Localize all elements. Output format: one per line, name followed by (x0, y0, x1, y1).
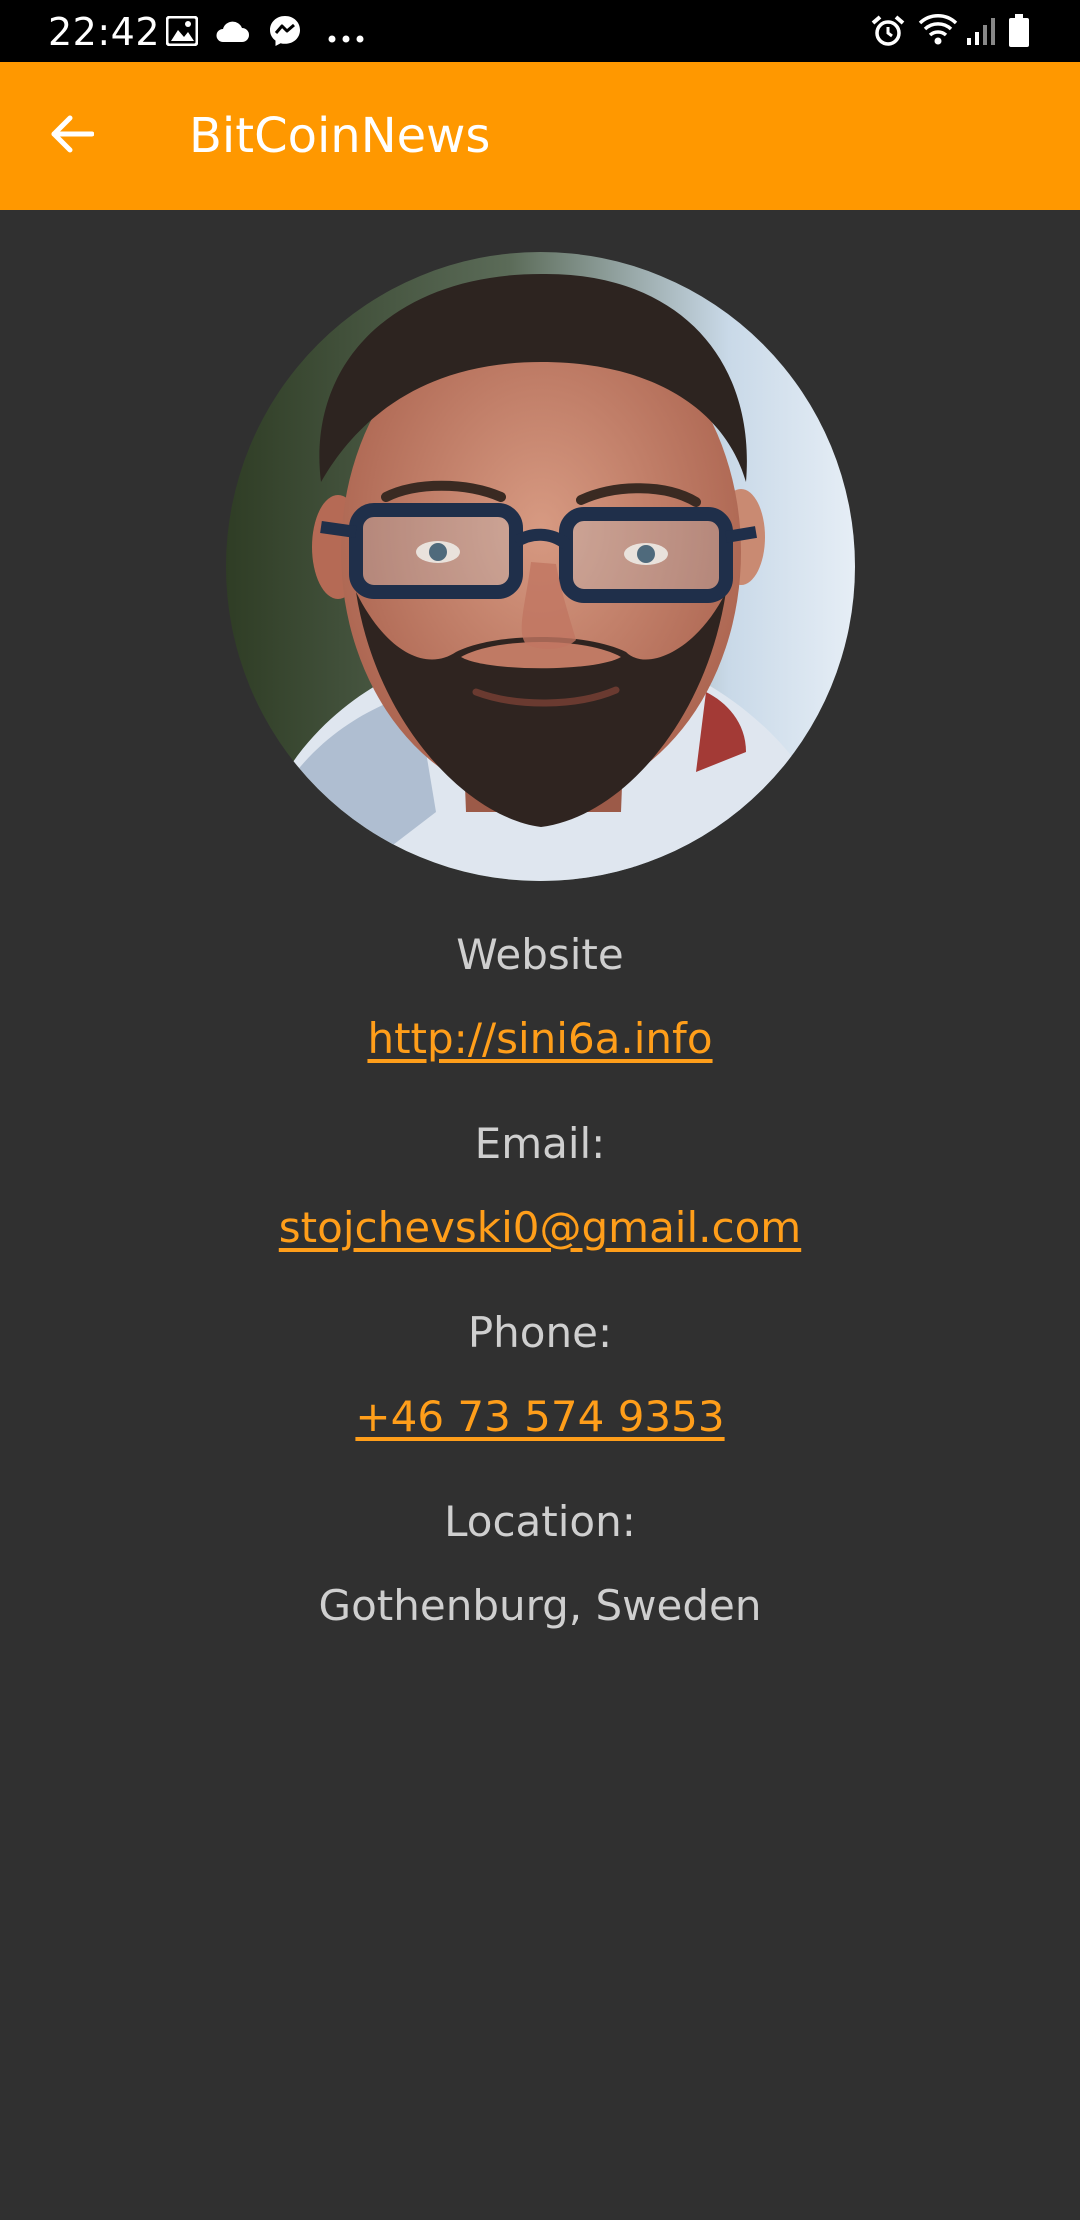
wifi-icon (918, 12, 958, 50)
website-label: Website (456, 930, 624, 979)
cloud-icon (214, 20, 250, 48)
profile-avatar (226, 252, 855, 881)
location-label: Location: (444, 1497, 636, 1546)
website-link[interactable]: http://sini6a.info (367, 1014, 712, 1063)
location-section: Location: (0, 1494, 1080, 1550)
location-value: Gothenburg, Sweden (318, 1581, 762, 1630)
more-dots-icon (328, 28, 364, 47)
arrow-left-icon (50, 114, 95, 158)
email-link-row: stojchevski0@gmail.com (0, 1200, 1080, 1256)
alarm-icon (870, 14, 906, 52)
battery-icon (1008, 14, 1030, 52)
email-link[interactable]: stojchevski0@gmail.com (279, 1203, 801, 1252)
phone-section: Phone: (0, 1305, 1080, 1361)
website-section: Website (0, 927, 1080, 983)
phone-label: Phone: (467, 1308, 613, 1357)
phone-link[interactable]: +46 73 574 9353 (355, 1392, 724, 1441)
back-button[interactable] (40, 104, 104, 168)
status-bar: 22:42 (0, 0, 1080, 62)
location-value-row: Gothenburg, Sweden (0, 1578, 1080, 1634)
email-section: Email: (0, 1116, 1080, 1172)
email-label: Email: (474, 1119, 606, 1168)
app-bar: BitCoinNews (0, 62, 1080, 210)
messenger-icon (268, 14, 302, 52)
signal-icon (966, 16, 998, 50)
app-title: BitCoinNews (189, 108, 491, 164)
website-link-row: http://sini6a.info (0, 1011, 1080, 1067)
status-time: 22:42 (48, 10, 161, 54)
phone-link-row: +46 73 574 9353 (0, 1389, 1080, 1445)
gallery-icon (165, 15, 199, 50)
